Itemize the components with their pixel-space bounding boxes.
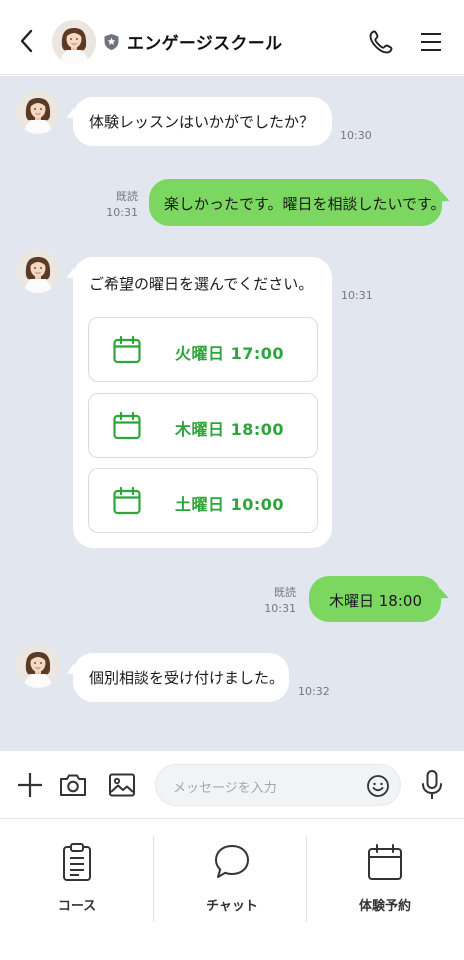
- nav-item-course[interactable]: コース: [0, 820, 154, 960]
- chat-area[interactable]: 体験レッスンはいかがでしたか？ 10:30 既読 10:31 楽しかったです。曜…: [0, 76, 464, 751]
- message-input-bar: メッセージを入力: [0, 751, 464, 819]
- option-button-thursday[interactable]: 木曜日 18:00: [88, 393, 318, 458]
- read-status: 既読 10:31: [106, 190, 138, 219]
- message-text: 個別相談を受け付けました。: [89, 669, 285, 687]
- page-title: エンゲージスクール: [127, 34, 283, 54]
- image-icon[interactable]: [107, 770, 137, 800]
- message-time: 10:32: [298, 685, 330, 698]
- message-text: 体験レッスンはいかがでしたか？: [89, 113, 315, 131]
- avatar[interactable]: [52, 20, 96, 64]
- message-time: 10:30: [340, 129, 372, 142]
- sent-message-bubble[interactable]: 楽しかったです。曜日を相談したいです。: [149, 179, 446, 226]
- nav-item-chat[interactable]: チャット: [155, 820, 309, 960]
- plus-icon[interactable]: [15, 770, 45, 800]
- bottom-nav: コース チャット 体験予約: [0, 820, 464, 960]
- message-text: 木曜日 18:00: [329, 592, 422, 610]
- message-bubble: ご希望の曜日を選んでください。 火曜日 17:00 木曜日 18:00 土曜日 …: [73, 257, 332, 548]
- smile-icon[interactable]: [366, 774, 390, 798]
- message-text: 楽しかったです。曜日を相談したいです。: [164, 195, 446, 213]
- nav-label: チャット: [206, 899, 258, 914]
- microphone-icon[interactable]: [419, 769, 445, 801]
- read-status: 既読 10:31: [264, 586, 296, 615]
- clipboard-icon: [63, 843, 91, 881]
- message-text: ご希望の曜日を選んでください。: [89, 275, 314, 293]
- option-button-saturday[interactable]: 土曜日 10:00: [88, 468, 318, 533]
- avatar[interactable]: [16, 249, 60, 293]
- calendar-icon: [112, 486, 142, 516]
- phone-icon[interactable]: [368, 29, 394, 55]
- calendar-icon: [368, 844, 402, 880]
- camera-icon[interactable]: [58, 770, 88, 800]
- chevron-left-icon[interactable]: [14, 26, 40, 56]
- divider: [153, 836, 154, 922]
- nav-item-trial-booking[interactable]: 体験予約: [308, 820, 462, 960]
- message-bubble[interactable]: 個別相談を受け付けました。: [73, 653, 289, 702]
- shield-icon: [104, 34, 119, 50]
- nav-label: コース: [57, 899, 97, 914]
- message-input-placeholder: メッセージを入力: [173, 781, 277, 796]
- calendar-icon: [112, 335, 142, 365]
- sent-message-bubble[interactable]: 木曜日 18:00: [309, 576, 441, 622]
- message-time: 10:31: [341, 289, 373, 302]
- message-bubble[interactable]: 体験レッスンはいかがでしたか？: [73, 97, 332, 146]
- option-label: 火曜日 17:00: [175, 344, 285, 363]
- calendar-icon: [112, 411, 142, 441]
- avatar[interactable]: [16, 90, 60, 134]
- chat-bubble-icon: [215, 845, 249, 878]
- nav-label: 体験予約: [358, 899, 411, 914]
- avatar[interactable]: [16, 644, 60, 688]
- chat-header: エンゲージスクール: [0, 0, 464, 75]
- message-input[interactable]: メッセージを入力: [155, 764, 401, 806]
- hamburger-menu-icon[interactable]: [419, 31, 443, 53]
- option-label: 土曜日 10:00: [175, 495, 285, 514]
- option-label: 木曜日 18:00: [175, 420, 285, 439]
- divider: [306, 836, 307, 922]
- option-button-tuesday[interactable]: 火曜日 17:00: [88, 317, 318, 382]
